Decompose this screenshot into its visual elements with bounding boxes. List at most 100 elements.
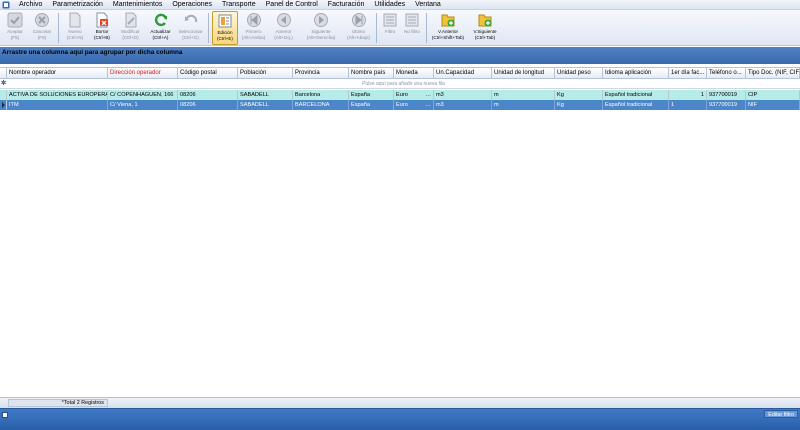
menu-mantenimientos[interactable]: Mantenimientos [108, 0, 167, 10]
new-label: Nuevo [68, 29, 82, 34]
cell-moneda[interactable]: Euro… [394, 100, 434, 110]
column-header-moneda[interactable]: Moneda [394, 68, 434, 79]
cell-nombre-operador[interactable]: ACTIVA DE SOLUCIONES EUROPERAS [7, 90, 108, 100]
next-shortcut: (Alt+Derecha) [306, 35, 336, 40]
menu-panel-de-control[interactable]: Panel de Control [261, 0, 323, 10]
toolbar-separator [376, 13, 377, 43]
cell-provincia[interactable]: Barcelona [293, 90, 349, 100]
column-header-poblacion[interactable]: Población [238, 68, 293, 79]
column-header-tipo-doc[interactable]: Tipo Doc. (NIF, CIF...) [746, 68, 800, 79]
next-window-button[interactable]: V.Siguiente (Ctrl+Tab) [467, 11, 503, 45]
column-header-direccion-operador[interactable]: Dirección operador [108, 68, 178, 79]
cell-direccion-operador[interactable]: C/ Viena, 1 [108, 100, 178, 110]
cell-poblacion[interactable]: SABADELL [238, 100, 293, 110]
previous-icon [276, 12, 292, 28]
column-header-codigo-postal[interactable]: Código postal [178, 68, 238, 79]
first-shortcut: (Alt+Arriba) [241, 35, 266, 40]
menu-utilidades[interactable]: Utilidades [369, 0, 410, 10]
cell-unidad-longitud[interactable]: m [492, 100, 555, 110]
accept-shortcut: (F5) [10, 35, 20, 40]
cell-moneda[interactable]: Euro… [394, 90, 434, 100]
cell-telefono[interactable]: 937700019 [707, 100, 746, 110]
cell-direccion-operador[interactable]: C/ COPENHAGUEN, 166 [108, 90, 178, 100]
cell-tipo-doc[interactable]: CIP [746, 90, 800, 100]
select-icon [183, 12, 199, 28]
edition-shortcut: (Ctrl+E) [217, 36, 233, 41]
filter-icon [382, 12, 398, 28]
cell-provincia[interactable]: BARCELONA [293, 100, 349, 110]
cell-primer-dia-fac[interactable]: 1 [669, 90, 707, 100]
refresh-button[interactable]: Actualizar (Ctrl+A) [146, 11, 175, 45]
edit-filter-button[interactable]: Editar filtro [764, 410, 798, 418]
column-header-nombre-operador[interactable]: Nombre operador [7, 68, 108, 79]
menu-transporte[interactable]: Transporte [217, 0, 261, 10]
app-window: Archivo Parametrización Mantenimientos O… [0, 0, 800, 430]
menu-ventana[interactable]: Ventana [410, 0, 446, 10]
column-header-un-capacidad[interactable]: Un.Capacidad [434, 68, 492, 79]
column-header-nombre-pais[interactable]: Nombre país [349, 68, 394, 79]
column-header-unidad-peso[interactable]: Unidad peso [555, 68, 603, 79]
menu-facturacion[interactable]: Facturación [323, 0, 370, 10]
cell-un-capacidad[interactable]: m3 [434, 100, 492, 110]
select-button[interactable]: Seleccionar (Ctrl+G) [176, 11, 205, 45]
last-button[interactable]: Último (Alt+Abajo) [344, 11, 373, 45]
cell-nombre-pais[interactable]: España [349, 100, 394, 110]
cell-idioma-aplicacion[interactable]: Español tradicional [603, 100, 669, 110]
table-row[interactable]: ACTIVA DE SOLUCIONES EUROPERAS C/ COPENH… [0, 90, 800, 100]
toolbar-separator [426, 13, 427, 43]
cell-unidad-peso[interactable]: Kg [555, 90, 603, 100]
cell-nombre-pais[interactable]: España [349, 90, 394, 100]
next-button[interactable]: Siguiente (Alt+Derecha) [299, 11, 343, 45]
new-button[interactable]: Nuevo (Ctrl+N) [62, 11, 88, 45]
ellipsis-button-icon[interactable]: … [425, 90, 431, 100]
modify-button[interactable]: Modificar (Ctrl+D) [116, 11, 145, 45]
cell-nombre-operador[interactable]: ITM [7, 100, 108, 110]
column-header-idioma-aplicacion[interactable]: Idioma aplicación [603, 68, 669, 79]
edition-button[interactable]: Edición (Ctrl+E) [212, 11, 238, 45]
select-label: Seleccionar [178, 29, 203, 34]
cell-codigo-postal[interactable]: 08206 [178, 100, 238, 110]
cell-telefono[interactable]: 937700019 [707, 90, 746, 100]
first-button[interactable]: Primero (Alt+Arriba) [239, 11, 268, 45]
column-header-telefono[interactable]: Teléfono o... [707, 68, 746, 79]
new-row-hint: Pulse aquí para añadir una nueva fila [362, 81, 445, 87]
cancel-shortcut: (F8) [37, 35, 47, 40]
prev-window-label: V.Anterior [437, 29, 458, 34]
filter-checkbox[interactable] [2, 412, 8, 418]
previous-button[interactable]: Anterior (Alt+Izq.) [269, 11, 298, 45]
refresh-label: Actualizar [150, 29, 171, 34]
column-header-primer-dia-fac[interactable]: 1er día fac... [669, 68, 707, 79]
delete-button[interactable]: Borrar (Ctrl+B) [89, 11, 115, 45]
cell-un-capacidad[interactable]: m3 [434, 90, 492, 100]
no-filter-button[interactable]: No filtro [401, 11, 423, 45]
accept-button[interactable]: Aceptar (F5) [2, 11, 28, 45]
cell-unidad-longitud[interactable]: m [492, 90, 555, 100]
menu-archivo[interactable]: Archivo [14, 0, 47, 10]
delete-label: Borrar [95, 29, 109, 34]
cell-tipo-doc[interactable]: NIF [746, 100, 800, 110]
cell-primer-dia-fac[interactable]: 1 [669, 100, 707, 110]
cancel-button[interactable]: Cancelar (F8) [29, 11, 55, 45]
table-row-selected[interactable]: ITM C/ Viena, 1 08206 SABADELL BARCELONA… [0, 100, 800, 110]
cell-unidad-peso[interactable]: Kg [555, 100, 603, 110]
menu-operaciones[interactable]: Operaciones [167, 0, 217, 10]
toolbar-separator [208, 13, 209, 43]
column-header-unidad-longitud[interactable]: Unidad de longitud [492, 68, 555, 79]
next-window-shortcut: (Ctrl+Tab) [474, 35, 496, 40]
filter-button[interactable]: Filtro [380, 11, 400, 45]
cell-codigo-postal[interactable]: 08206 [178, 90, 238, 100]
no-filter-icon [404, 12, 420, 28]
row-indicator [0, 90, 7, 100]
ellipsis-button-icon[interactable]: … [425, 100, 431, 110]
cell-idioma-aplicacion[interactable]: Español tradicional [603, 90, 669, 100]
filter-bar: Editar filtro [0, 408, 800, 430]
last-shortcut: (Alt+Abajo) [347, 35, 370, 40]
cancel-label: Cancelar [32, 29, 52, 34]
group-by-panel[interactable]: Arrastre una columna aquí para agrupar p… [0, 47, 800, 64]
new-row[interactable]: ✱ Pulse aquí para añadir una nueva fila [0, 79, 800, 89]
column-header-provincia[interactable]: Provincia [293, 68, 349, 79]
menu-parametrizacion[interactable]: Parametrización [47, 0, 108, 10]
prev-window-button[interactable]: V.Anterior (Ctrl+Shift+Tab) [430, 11, 466, 45]
cell-poblacion[interactable]: SABADELL [238, 90, 293, 100]
delete-shortcut: (Ctrl+B) [94, 35, 110, 40]
